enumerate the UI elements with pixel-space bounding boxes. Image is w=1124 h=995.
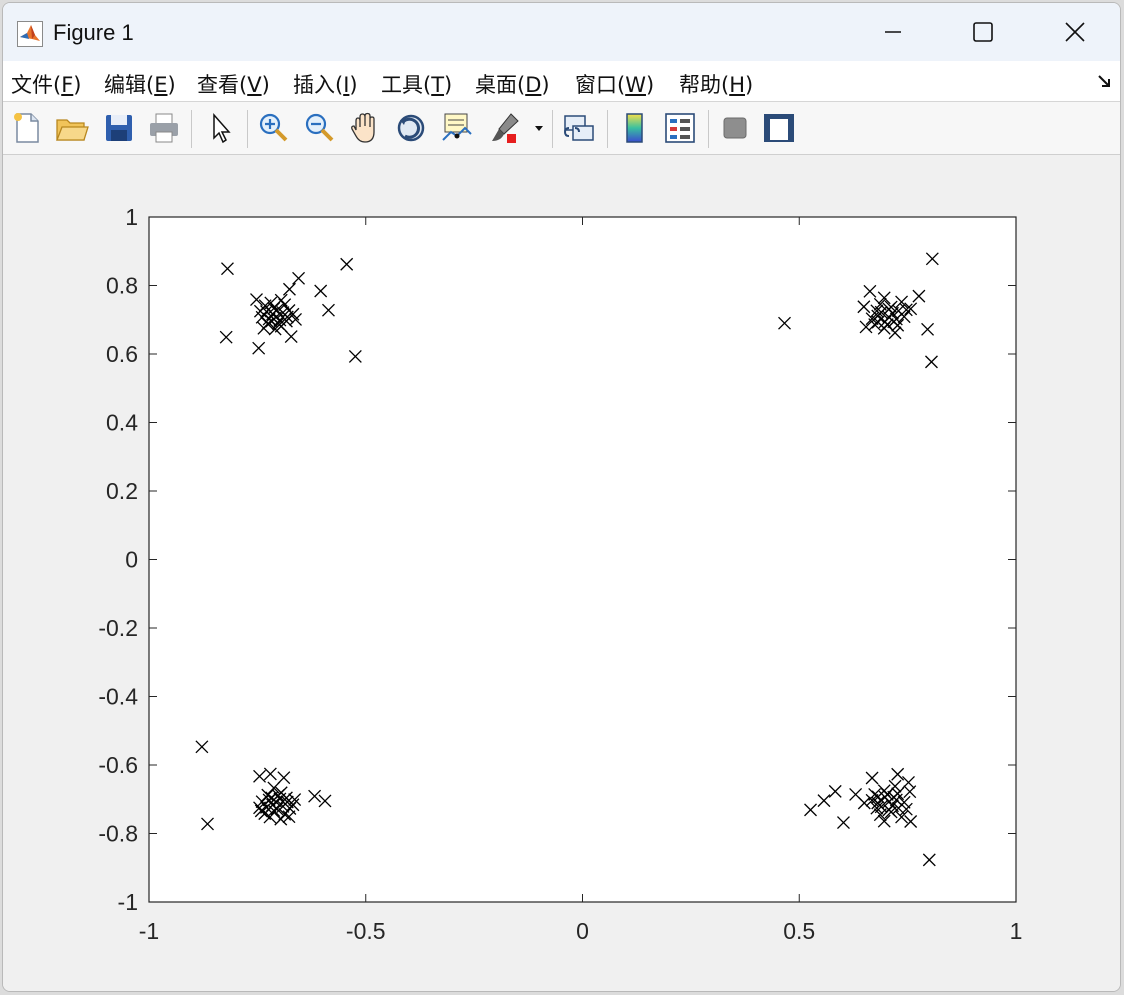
menu-desktop[interactable]: 桌面(D) <box>475 69 550 99</box>
x-tick-label: 0.5 <box>783 918 815 944</box>
matlab-app-icon <box>17 21 43 47</box>
menu-edit[interactable]: 编辑(E) <box>104 69 176 99</box>
window-title: Figure 1 <box>53 20 134 45</box>
y-tick-label: -0.6 <box>98 752 138 778</box>
print-icon[interactable] <box>146 110 182 146</box>
y-tick-label: -1 <box>118 889 138 915</box>
figure-window: Figure 1 文件(F) 编辑(E) 查看(V) 插入(I) 工具(T) 桌… <box>2 2 1121 992</box>
link-plot-icon[interactable] <box>561 110 597 146</box>
toolbar-separator <box>552 110 553 148</box>
dock-figure-icon[interactable] <box>1096 73 1114 91</box>
brush-icon[interactable] <box>487 110 523 146</box>
toolbar-separator <box>607 110 608 148</box>
zoom-in-icon[interactable] <box>255 110 291 146</box>
zoom-out-icon[interactable] <box>301 110 337 146</box>
y-tick-label: -0.8 <box>98 821 138 847</box>
save-icon[interactable] <box>101 110 137 146</box>
menu-help[interactable]: 帮助(H) <box>679 69 753 99</box>
toolbar-separator <box>247 110 248 148</box>
x-tick-label: -0.5 <box>346 918 386 944</box>
close-button[interactable] <box>1045 11 1105 53</box>
menu-tools[interactable]: 工具(T) <box>381 69 452 99</box>
menu-view[interactable]: 查看(V) <box>197 69 270 99</box>
show-plot-tools-icon[interactable] <box>761 110 797 146</box>
figure-canvas: -1 -0.5 0 0.5 1 1 0.8 0.6 0.4 0.2 0 -0.2 -0.4 -0.6 -0.… <box>3 155 1120 991</box>
close-icon <box>1065 22 1085 42</box>
minimize-button[interactable] <box>863 11 923 53</box>
y-tick-label: 0 <box>125 547 138 573</box>
menu-bar: 文件(F) 编辑(E) 查看(V) 插入(I) 工具(T) 桌面(D) 窗口(W… <box>3 61 1120 102</box>
x-tick-label: -1 <box>139 918 159 944</box>
y-tick-label: 0.8 <box>106 273 138 299</box>
menu-window[interactable]: 窗口(W) <box>575 69 654 99</box>
data-cursor-icon[interactable] <box>439 110 475 146</box>
pan-hand-icon[interactable] <box>347 110 383 146</box>
x-tick-label: 1 <box>1010 918 1023 944</box>
toolbar-separator <box>191 110 192 148</box>
y-tick-label: -0.4 <box>98 684 138 710</box>
colorbar-icon[interactable] <box>617 110 653 146</box>
pointer-icon[interactable] <box>203 110 239 146</box>
y-tick-label: 1 <box>125 204 138 230</box>
menu-insert[interactable]: 插入(I) <box>293 69 358 99</box>
new-figure-icon[interactable] <box>9 110 45 146</box>
toolbar-separator <box>708 110 709 148</box>
y-tick-label: -0.2 <box>98 615 138 641</box>
hide-plot-tools-icon[interactable] <box>717 110 753 146</box>
scatter-plot[interactable]: -1 -0.5 0 0.5 1 1 0.8 0.6 0.4 0.2 0 -0.2 -0.4 -0.6 -0.… <box>3 155 1119 991</box>
figure-toolbar <box>3 102 1120 155</box>
open-file-icon[interactable] <box>54 110 90 146</box>
maximize-icon <box>973 22 993 42</box>
minimize-icon <box>885 31 901 33</box>
maximize-button[interactable] <box>953 11 1013 53</box>
x-tick-label: 0 <box>576 918 589 944</box>
legend-icon[interactable] <box>662 110 698 146</box>
rotate-3d-icon[interactable] <box>393 110 429 146</box>
menu-file[interactable]: 文件(F) <box>11 69 82 99</box>
y-tick-label: 0.4 <box>106 410 138 436</box>
title-bar[interactable]: Figure 1 <box>3 3 1120 61</box>
y-tick-label: 0.6 <box>106 341 138 367</box>
y-tick-label: 0.2 <box>106 478 138 504</box>
brush-dropdown-icon[interactable] <box>533 122 545 134</box>
